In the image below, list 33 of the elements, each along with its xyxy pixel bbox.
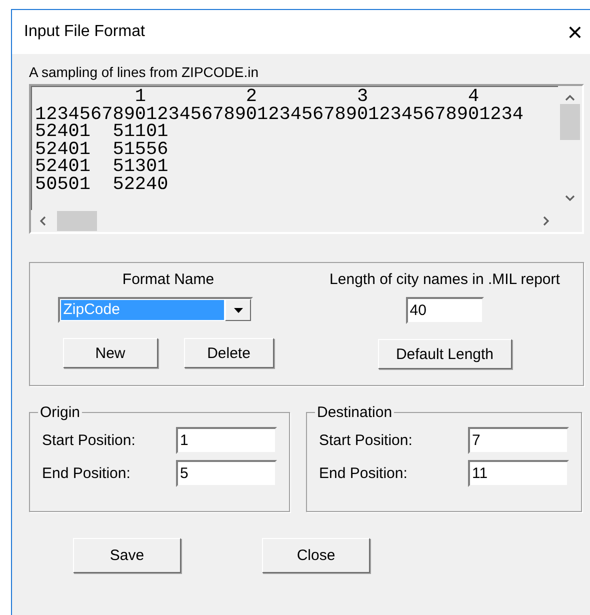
sample-line: 52401 51556	[35, 140, 168, 158]
group-title: Destination	[316, 404, 394, 421]
sample-line: 52401 51301	[35, 158, 168, 176]
default-length-button[interactable]: Default Length	[378, 339, 512, 369]
window-title: Input File Format	[24, 23, 145, 41]
position-label: Start Position:	[319, 432, 412, 449]
city-length-label: Length of city names in .MIL report	[330, 271, 560, 288]
format-button[interactable]: Delete	[184, 338, 274, 368]
city-length-field[interactable]: 40	[406, 297, 484, 324]
caret-icon	[234, 308, 243, 312]
position-field[interactable]: 7	[468, 427, 569, 454]
scroll-thumb[interactable]	[57, 211, 97, 231]
position-label: End Position:	[42, 465, 130, 482]
dialog-button[interactable]: Save	[73, 538, 181, 573]
sample-line: 1 2 3 4	[134, 88, 480, 106]
group-title: Origin	[39, 404, 82, 421]
sample-line: 12345678901234567890123456789012345678901234	[35, 106, 524, 123]
sample-label: A sampling of lines from ZIPCODE.in	[29, 64, 260, 80]
sample-line: 50501 52240	[35, 176, 168, 193]
position-label: Start Position:	[42, 432, 136, 449]
position-field[interactable]: 11	[468, 460, 569, 487]
sample-text-area[interactable]: 1 2 3 4 12345678901234567890123456789012345678901234 52401 51101 52401 51556 52401 51301 50501 52240	[29, 84, 584, 234]
position-field[interactable]: 5	[176, 460, 277, 487]
close-button[interactable]: ×	[560, 16, 590, 48]
format-name-label: Format Name	[122, 271, 214, 288]
dialog-button[interactable]: Close	[262, 538, 370, 573]
position-label: End Position:	[319, 465, 408, 482]
dropdown-value: ZipCode	[61, 300, 224, 320]
position-field[interactable]: 1	[176, 427, 277, 454]
format-button[interactable]: New	[62, 338, 158, 368]
dropdown-button[interactable]	[225, 299, 252, 321]
scroll-thumb[interactable]	[560, 104, 580, 140]
sample-line: 52401 51101	[35, 123, 168, 140]
